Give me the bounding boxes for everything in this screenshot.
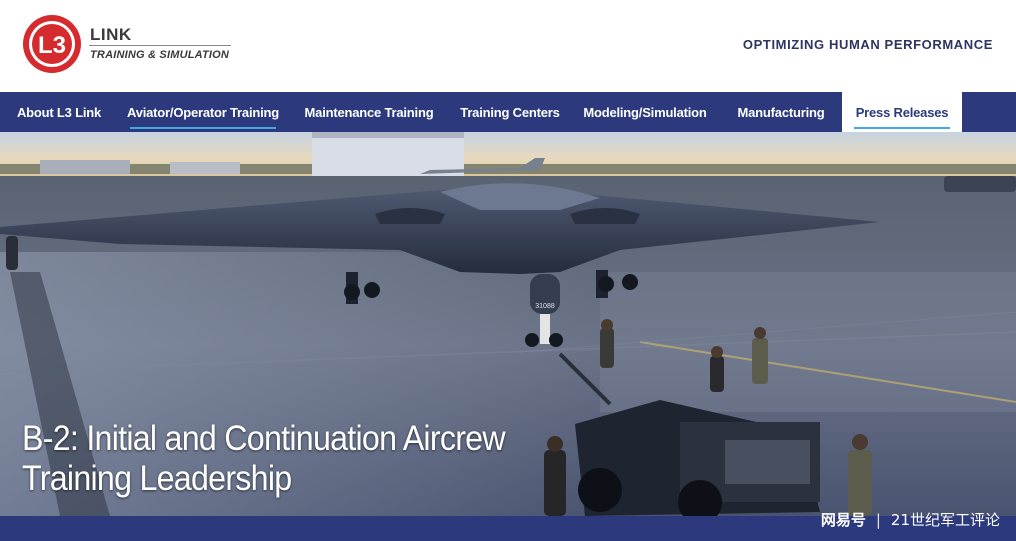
tagline: OPTIMIZING HUMAN PERFORMANCE [742, 37, 993, 52]
nav-label: About L3 Link [16, 104, 102, 120]
l3-logo[interactable]: L3 [22, 14, 82, 74]
brand-name: LINK [90, 25, 132, 44]
aircraft-marking: 31088 [535, 303, 555, 310]
nav-label: Maintenance Training [304, 104, 434, 120]
nav-label: Modeling/Simulation [583, 104, 707, 120]
nav-item-about[interactable]: About L3 Link [0, 92, 118, 132]
nav-item-maintenance-training[interactable]: Maintenance Training [288, 92, 450, 132]
brand-divider [89, 45, 231, 46]
hero-banner: 31088 B-2: Initial and Continuation Airc… [0, 132, 1016, 516]
nav-item-press-releases[interactable]: Press Releases [842, 92, 962, 132]
main-nav: About L3 Link Aviator/Operator Training … [0, 92, 1016, 132]
hero-title-line-2: Training Leadership [22, 459, 292, 498]
watermark-logo: 网易号 [820, 511, 866, 529]
nav-item-manufacturing[interactable]: Manufacturing [720, 92, 842, 132]
nav-underline [854, 127, 950, 129]
nav-item-aviator-operator-training[interactable]: Aviator/Operator Training [118, 92, 288, 132]
watermark: 网易号 | 21世纪军工评论 [821, 509, 1000, 530]
nav-active-indicator [130, 127, 276, 129]
nav-label: Press Releases [855, 104, 949, 120]
logo-text: L3 [38, 32, 66, 59]
nav-label: Training Centers [460, 104, 560, 120]
nav-item-training-centers[interactable]: Training Centers [450, 92, 570, 132]
watermark-separator: | [875, 511, 881, 529]
nav-item-modeling-simulation[interactable]: Modeling/Simulation [570, 92, 720, 132]
nav-label: Manufacturing [737, 104, 825, 120]
hero-title: B-2: Initial and Continuation Aircrew Tr… [22, 419, 506, 499]
brand-subtitle: TRAINING & SIMULATION [90, 49, 230, 61]
site-header: L3 LINK TRAINING & SIMULATION OPTIMIZING… [0, 0, 1016, 92]
nav-label: Aviator/Operator Training [127, 104, 279, 120]
watermark-source: 21世纪军工评论 [890, 511, 1000, 529]
hero-title-line-1: B-2: Initial and Continuation Aircrew [22, 419, 506, 458]
